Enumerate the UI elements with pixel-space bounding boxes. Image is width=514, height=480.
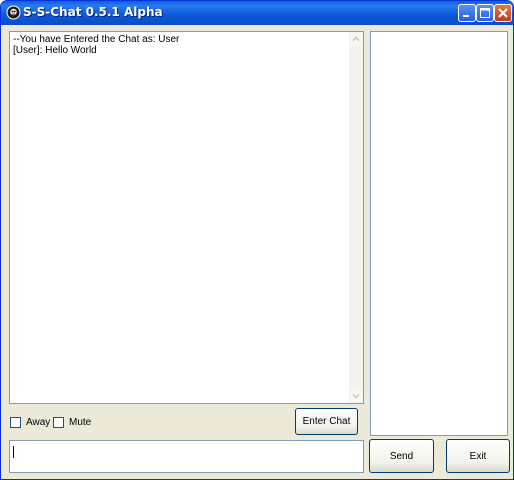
chat-log[interactable]: --You have Entered the Chat as: User [Us… bbox=[9, 31, 364, 404]
exit-button[interactable]: Exit bbox=[446, 439, 510, 473]
user-list[interactable] bbox=[370, 31, 508, 436]
enter-chat-button[interactable]: Enter Chat bbox=[295, 408, 358, 435]
app-window: S-S-Chat 0.5.1 Alpha --You have Entered … bbox=[0, 0, 514, 480]
message-input[interactable] bbox=[9, 440, 364, 473]
text-caret bbox=[13, 446, 14, 458]
send-button[interactable]: Send bbox=[369, 439, 434, 473]
maximize-button[interactable] bbox=[476, 4, 494, 22]
away-option[interactable]: Away bbox=[10, 415, 50, 429]
maximize-icon bbox=[480, 8, 490, 18]
close-button[interactable] bbox=[494, 4, 512, 22]
app-icon bbox=[6, 5, 21, 20]
scroll-up-button[interactable] bbox=[350, 33, 362, 45]
chevron-down-icon bbox=[352, 393, 360, 399]
away-label: Away bbox=[26, 416, 51, 428]
mute-option[interactable]: Mute bbox=[53, 415, 91, 429]
mute-label: Mute bbox=[69, 416, 92, 428]
minimize-button[interactable] bbox=[458, 4, 476, 22]
scroll-down-button[interactable] bbox=[350, 390, 362, 402]
chat-line-system: --You have Entered the Chat as: User bbox=[13, 34, 180, 45]
window-title: S-S-Chat 0.5.1 Alpha bbox=[23, 5, 163, 19]
chat-scrollbar[interactable] bbox=[349, 32, 363, 403]
title-bar[interactable]: S-S-Chat 0.5.1 Alpha bbox=[1, 1, 513, 25]
mute-checkbox[interactable] bbox=[53, 416, 64, 428]
chevron-up-icon bbox=[352, 36, 360, 42]
close-icon bbox=[498, 8, 508, 18]
chat-line-message: [User]: Hello World bbox=[13, 45, 97, 56]
away-checkbox[interactable] bbox=[10, 416, 21, 428]
chat-text: --You have Entered the Chat as: User [Us… bbox=[13, 34, 343, 56]
minimize-icon bbox=[463, 15, 469, 17]
